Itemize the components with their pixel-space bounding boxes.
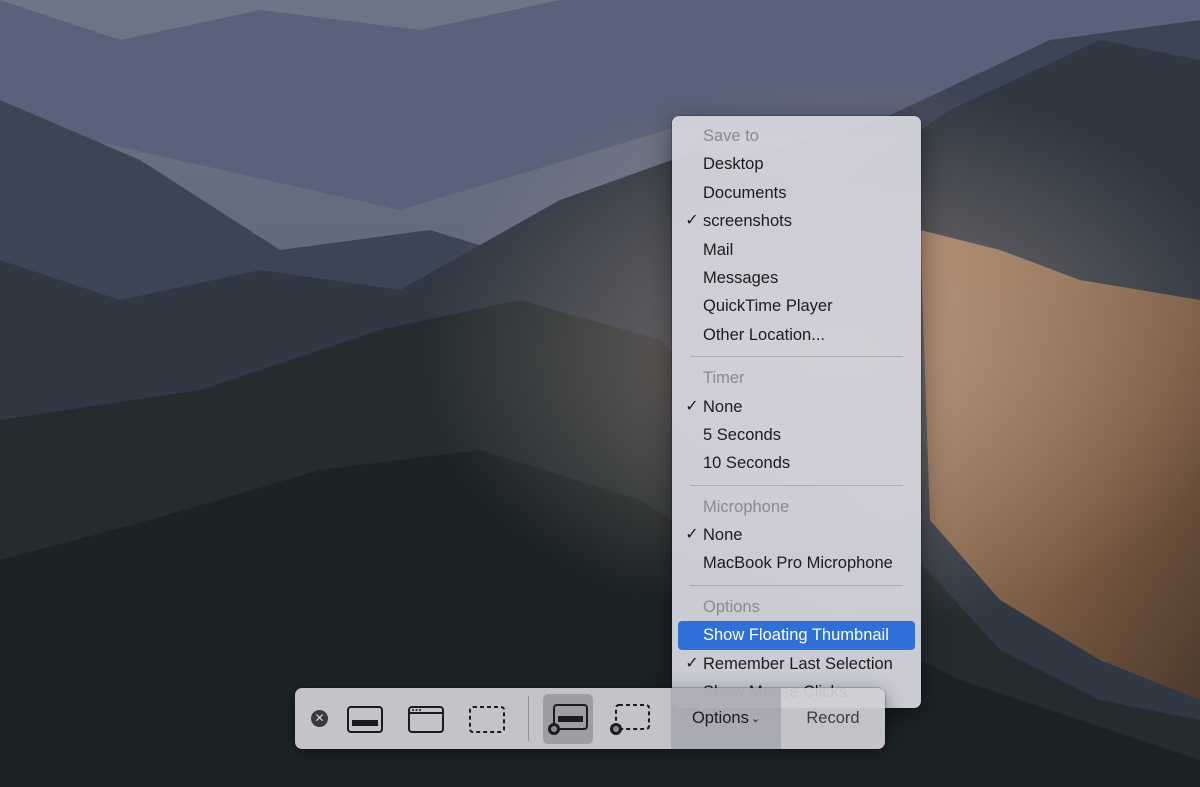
menu-item-label: None [703, 397, 743, 416]
menu-item-desktop[interactable]: Desktop [678, 150, 915, 178]
record-entire-screen-button[interactable] [543, 694, 593, 744]
menu-header-timer: Timer [703, 369, 745, 388]
menu-item-quicktime-player[interactable]: QuickTime Player [678, 292, 915, 320]
menu-item-timer-10-seconds[interactable]: 10 Seconds [678, 449, 915, 477]
menu-item-label: MacBook Pro Microphone [703, 554, 893, 573]
menu-item-label: Show Floating Thumbnail [703, 626, 889, 645]
menu-item-mail[interactable]: Mail [678, 236, 915, 264]
screenshot-toolbar: ✕ Options ⌄ Record [295, 688, 885, 749]
capture-selected-window-icon [408, 706, 444, 733]
menu-separator [690, 356, 903, 358]
menu-item-label: Documents [703, 183, 787, 202]
capture-entire-screen-icon [347, 706, 383, 733]
menu-item-label: 10 Seconds [703, 454, 791, 473]
capture-entire-screen-button[interactable] [340, 694, 390, 744]
record-selected-portion-button[interactable] [605, 694, 655, 744]
desktop-wallpaper [0, 0, 1200, 787]
menu-separator [690, 584, 903, 586]
close-icon[interactable]: ✕ [311, 710, 328, 727]
menu-item-label: screenshots [703, 212, 792, 231]
menu-item-timer-none[interactable]: ✓ None [678, 393, 915, 421]
capture-selected-portion-icon [469, 706, 505, 733]
menu-item-documents[interactable]: Documents [678, 179, 915, 207]
checkmark-icon: ✓ [685, 654, 699, 672]
menu-item-show-floating-thumbnail[interactable]: Show Floating Thumbnail [678, 621, 915, 650]
menu-item-screenshots[interactable]: ✓ screenshots [678, 207, 915, 235]
record-button[interactable]: Record [781, 688, 885, 749]
menu-item-label: Other Location... [703, 325, 825, 344]
checkmark-icon: ✓ [685, 526, 699, 544]
menu-item-label: Messages [703, 268, 779, 287]
checkmark-icon: ✓ [685, 212, 699, 230]
menu-item-remember-last-selection[interactable]: ✓ Remember Last Selection [678, 650, 915, 678]
menu-item-macbook-pro-microphone[interactable]: MacBook Pro Microphone [678, 549, 915, 577]
record-entire-screen-icon [548, 704, 588, 735]
menu-item-other-location[interactable]: Other Location... [678, 321, 915, 349]
checkmark-icon: ✓ [685, 397, 699, 415]
menu-item-label: Remember Last Selection [703, 654, 893, 673]
menu-item-timer-5-seconds[interactable]: 5 Seconds [678, 421, 915, 449]
options-menu: Save to Desktop Documents ✓ screenshots M… [672, 116, 921, 708]
menu-header-options: Options [703, 597, 760, 616]
menu-item-label: QuickTime Player [703, 297, 833, 316]
record-selected-portion-icon [610, 704, 650, 735]
capture-selected-portion-button[interactable] [462, 694, 512, 744]
options-dropdown-button[interactable]: Options ⌄ [671, 688, 781, 749]
capture-selected-window-button[interactable] [401, 694, 451, 744]
menu-item-label: 5 Seconds [703, 425, 781, 444]
menu-item-label: Mail [703, 240, 734, 259]
menu-item-label: Desktop [703, 155, 764, 174]
menu-item-label: None [703, 526, 743, 545]
menu-separator [690, 484, 903, 486]
menu-item-microphone-none[interactable]: ✓ None [678, 521, 915, 549]
menu-header-microphone: Microphone [703, 497, 790, 516]
menu-header-save-to: Save to [703, 127, 759, 145]
menu-item-messages[interactable]: Messages [678, 264, 915, 292]
chevron-down-icon: ⌄ [750, 713, 761, 725]
options-label: Options [691, 709, 749, 727]
toolbar-divider [528, 696, 529, 741]
